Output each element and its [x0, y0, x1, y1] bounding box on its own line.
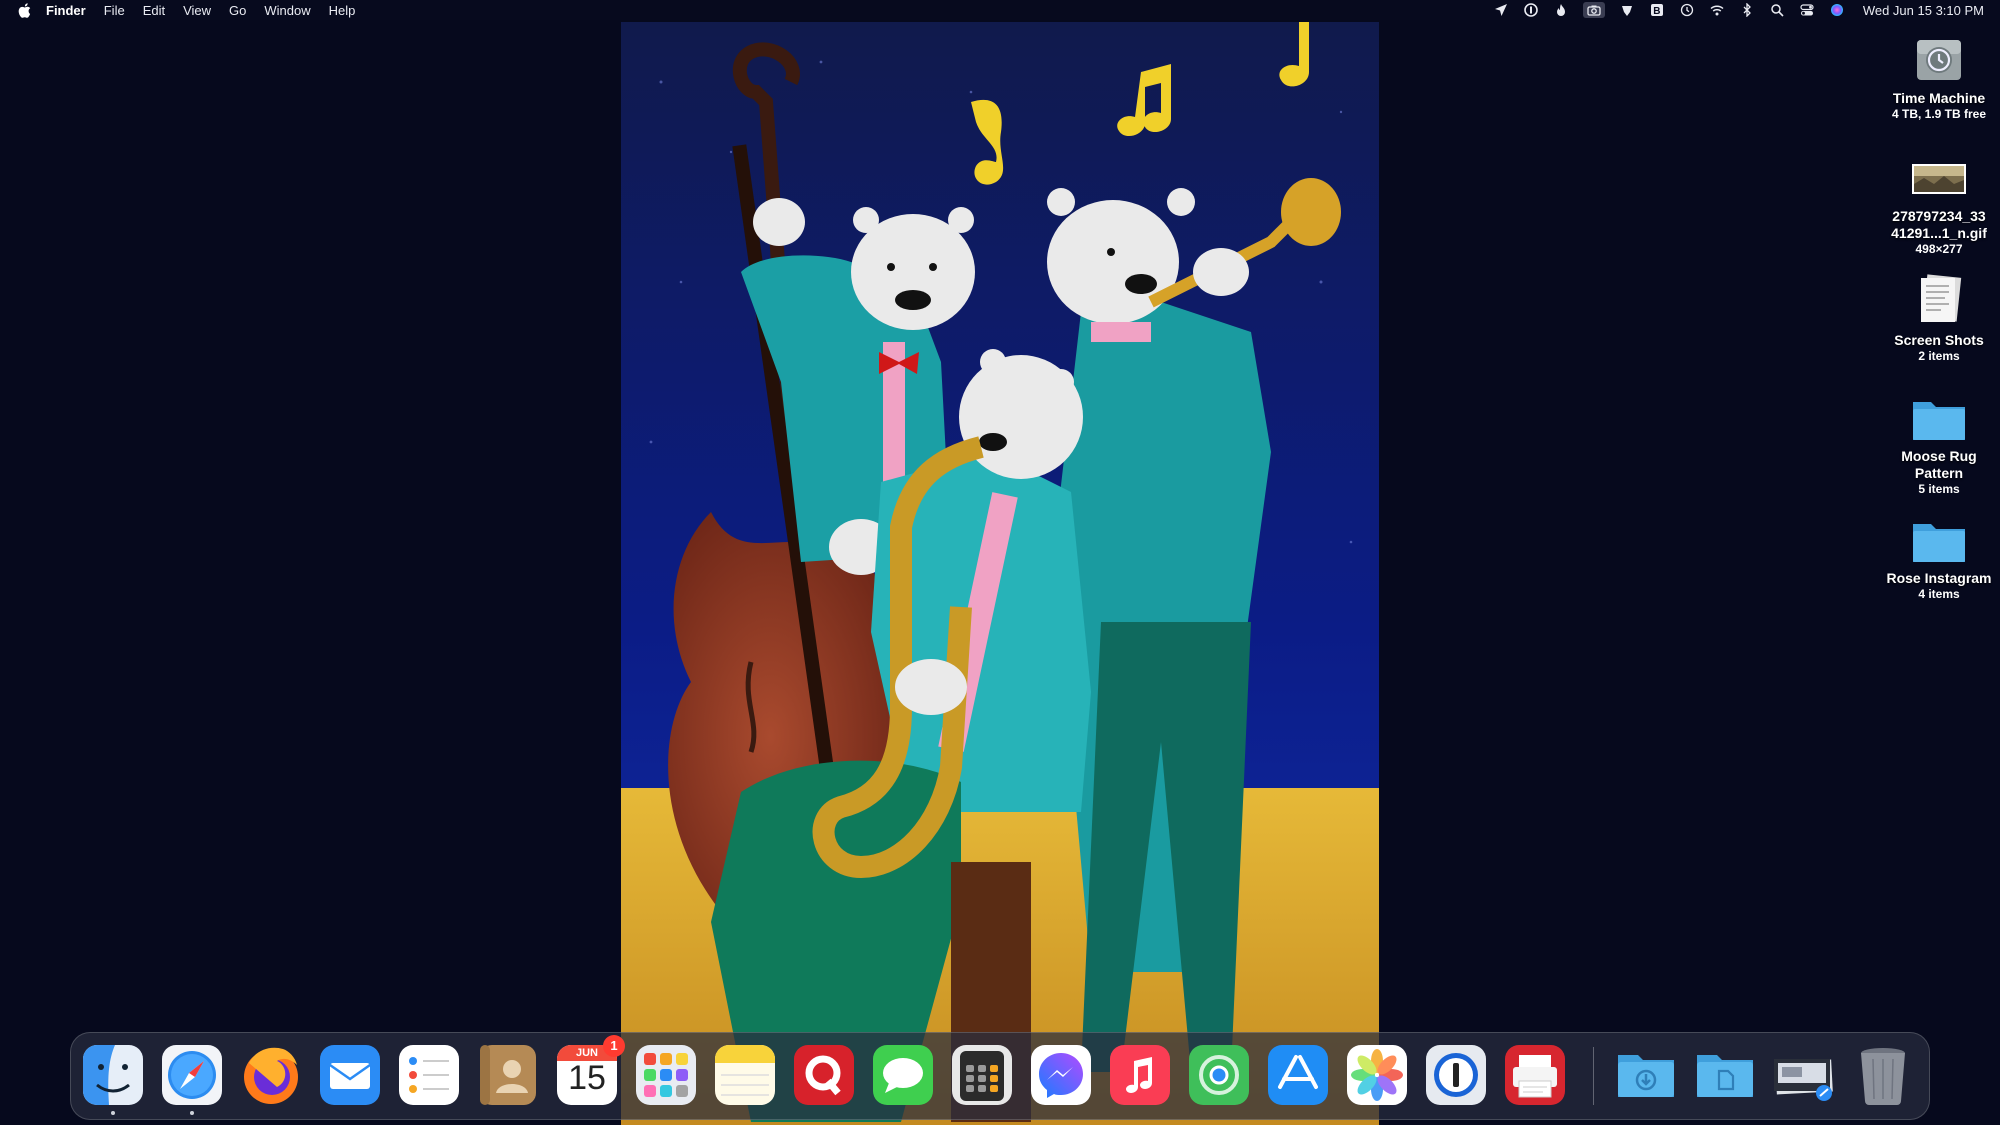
- dock-mail[interactable]: [318, 1043, 382, 1107]
- dock-printer[interactable]: [1503, 1043, 1567, 1107]
- dock-find-my[interactable]: [1187, 1043, 1251, 1107]
- desktop-item-label: Time Machine: [1892, 90, 1986, 106]
- hooked-rug-photo: [621, 22, 1379, 1125]
- menu-bar: Finder File Edit View Go Window Help B W…: [0, 0, 2000, 20]
- desktop-item-info: 498×277: [1915, 242, 1963, 256]
- location-arrow-icon[interactable]: [1493, 2, 1509, 18]
- dock-finder[interactable]: [81, 1043, 145, 1115]
- calendar-badge: 1: [603, 1035, 625, 1057]
- dock-calendar[interactable]: JUN 15 1: [555, 1035, 625, 1107]
- onepassword-icon: [1426, 1045, 1486, 1105]
- downloads-folder-icon: [1618, 1055, 1674, 1097]
- find-my-icon: [1189, 1045, 1249, 1105]
- printer-icon: [1505, 1045, 1565, 1105]
- dock-screenshot-stack[interactable]: [1772, 1043, 1836, 1107]
- trash-icon: [1861, 1048, 1905, 1105]
- menu-file[interactable]: File: [104, 3, 125, 18]
- desktop-item-time-machine[interactable]: Time Machine 4 TB, 1.9 TB free: [1879, 30, 1999, 122]
- desktop-item-info: 4 TB, 1.9 TB free: [1891, 107, 1987, 121]
- running-indicator: [190, 1111, 194, 1115]
- running-indicator: [111, 1111, 115, 1115]
- menu-help[interactable]: Help: [329, 3, 356, 18]
- folder-icon: [1879, 518, 1999, 566]
- app-store-icon: [1268, 1045, 1328, 1105]
- dock-quicken[interactable]: [792, 1043, 856, 1107]
- menu-edit[interactable]: Edit: [143, 3, 165, 18]
- time-machine-icon[interactable]: [1679, 2, 1695, 18]
- menu-view[interactable]: View: [183, 3, 211, 18]
- flame-icon[interactable]: [1553, 2, 1569, 18]
- desktop-item-label: 278797234_33 41291...1_n.gif: [1891, 208, 1987, 241]
- documents-folder-icon: [1697, 1055, 1753, 1097]
- desktop-item-info: 4 items: [1918, 587, 1960, 601]
- quicken-icon: [794, 1045, 854, 1105]
- menu-clock[interactable]: Wed Jun 15 3:10 PM: [1863, 3, 1984, 18]
- desktop-item-label: Rose Instagram: [1886, 570, 1992, 586]
- dock-1password[interactable]: [1424, 1043, 1488, 1107]
- wifi-icon[interactable]: [1709, 2, 1725, 18]
- dock-messenger[interactable]: [1029, 1043, 1093, 1107]
- control-center-icon[interactable]: [1799, 2, 1815, 18]
- screenshot-stack-icon: [1774, 1059, 1833, 1101]
- dock-calculator[interactable]: [950, 1043, 1014, 1107]
- onepassword-icon[interactable]: [1523, 2, 1539, 18]
- finder-icon: [83, 1045, 143, 1105]
- desktop-item-moose-rug-pattern[interactable]: Moose Rug Pattern 5 items: [1879, 396, 1999, 497]
- reminders-icon: [399, 1045, 459, 1105]
- messenger-icon: [1031, 1045, 1091, 1105]
- screenshot-camera-icon[interactable]: [1582, 2, 1605, 18]
- spotlight-search-icon[interactable]: [1769, 2, 1785, 18]
- dock-downloads-folder[interactable]: [1614, 1043, 1678, 1107]
- desktop-item-rose-instagram[interactable]: Rose Instagram 4 items: [1879, 518, 1999, 602]
- dock-photos[interactable]: [1345, 1043, 1409, 1107]
- launchpad-icon: [636, 1045, 696, 1105]
- photos-icon: [1347, 1045, 1407, 1105]
- contacts-icon: [480, 1045, 536, 1105]
- apple-menu-icon[interactable]: [16, 2, 32, 18]
- music-icon: [1110, 1045, 1170, 1105]
- mail-icon: [320, 1045, 380, 1105]
- desktop-item-label: Moose Rug Pattern: [1901, 448, 1977, 481]
- desktop-item-label: Screen Shots: [1894, 332, 1984, 348]
- dock-messages[interactable]: [871, 1043, 935, 1107]
- svg-text:B: B: [1653, 6, 1660, 17]
- dock: JUN 15 1: [70, 1032, 1930, 1120]
- bbedit-icon[interactable]: B: [1649, 2, 1665, 18]
- messages-icon: [873, 1045, 933, 1105]
- dock-documents-folder[interactable]: [1693, 1043, 1757, 1107]
- dock-reminders[interactable]: [397, 1043, 461, 1107]
- document-stack-icon: [1879, 272, 1999, 328]
- dock-notes[interactable]: [713, 1043, 777, 1107]
- calendar-day: 15: [568, 1059, 606, 1097]
- desktop-item-info: 2 items: [1918, 349, 1960, 363]
- firefox-icon: [244, 1047, 298, 1104]
- bluetooth-icon[interactable]: [1739, 2, 1755, 18]
- dock-separator: [1593, 1047, 1594, 1105]
- dock-firefox[interactable]: [239, 1043, 303, 1107]
- menu-app-name[interactable]: Finder: [46, 3, 86, 18]
- safari-icon: [162, 1045, 222, 1105]
- siri-icon[interactable]: [1829, 2, 1845, 18]
- desktop-item-screen-shots[interactable]: Screen Shots 2 items: [1879, 272, 1999, 364]
- notes-icon: [715, 1045, 775, 1105]
- dock-app-store[interactable]: [1266, 1043, 1330, 1107]
- menu-go[interactable]: Go: [229, 3, 246, 18]
- dock-launchpad[interactable]: [634, 1043, 698, 1107]
- dock-contacts[interactable]: [476, 1043, 540, 1107]
- time-machine-drive-icon: [1879, 30, 1999, 86]
- desktop-item-gif[interactable]: 278797234_33 41291...1_n.gif 498×277: [1879, 158, 1999, 257]
- menu-window[interactable]: Window: [264, 3, 310, 18]
- folder-icon: [1879, 396, 1999, 444]
- desktop-item-info: 5 items: [1918, 482, 1960, 496]
- dock-trash[interactable]: [1851, 1043, 1915, 1107]
- dock-music[interactable]: [1108, 1043, 1172, 1107]
- dropzone-icon[interactable]: [1619, 2, 1635, 18]
- image-thumbnail-icon: [1879, 158, 1999, 198]
- calculator-icon: [952, 1045, 1012, 1105]
- jazz-bears-rug-illustration: [621, 22, 1379, 1125]
- dock-safari[interactable]: [160, 1043, 224, 1115]
